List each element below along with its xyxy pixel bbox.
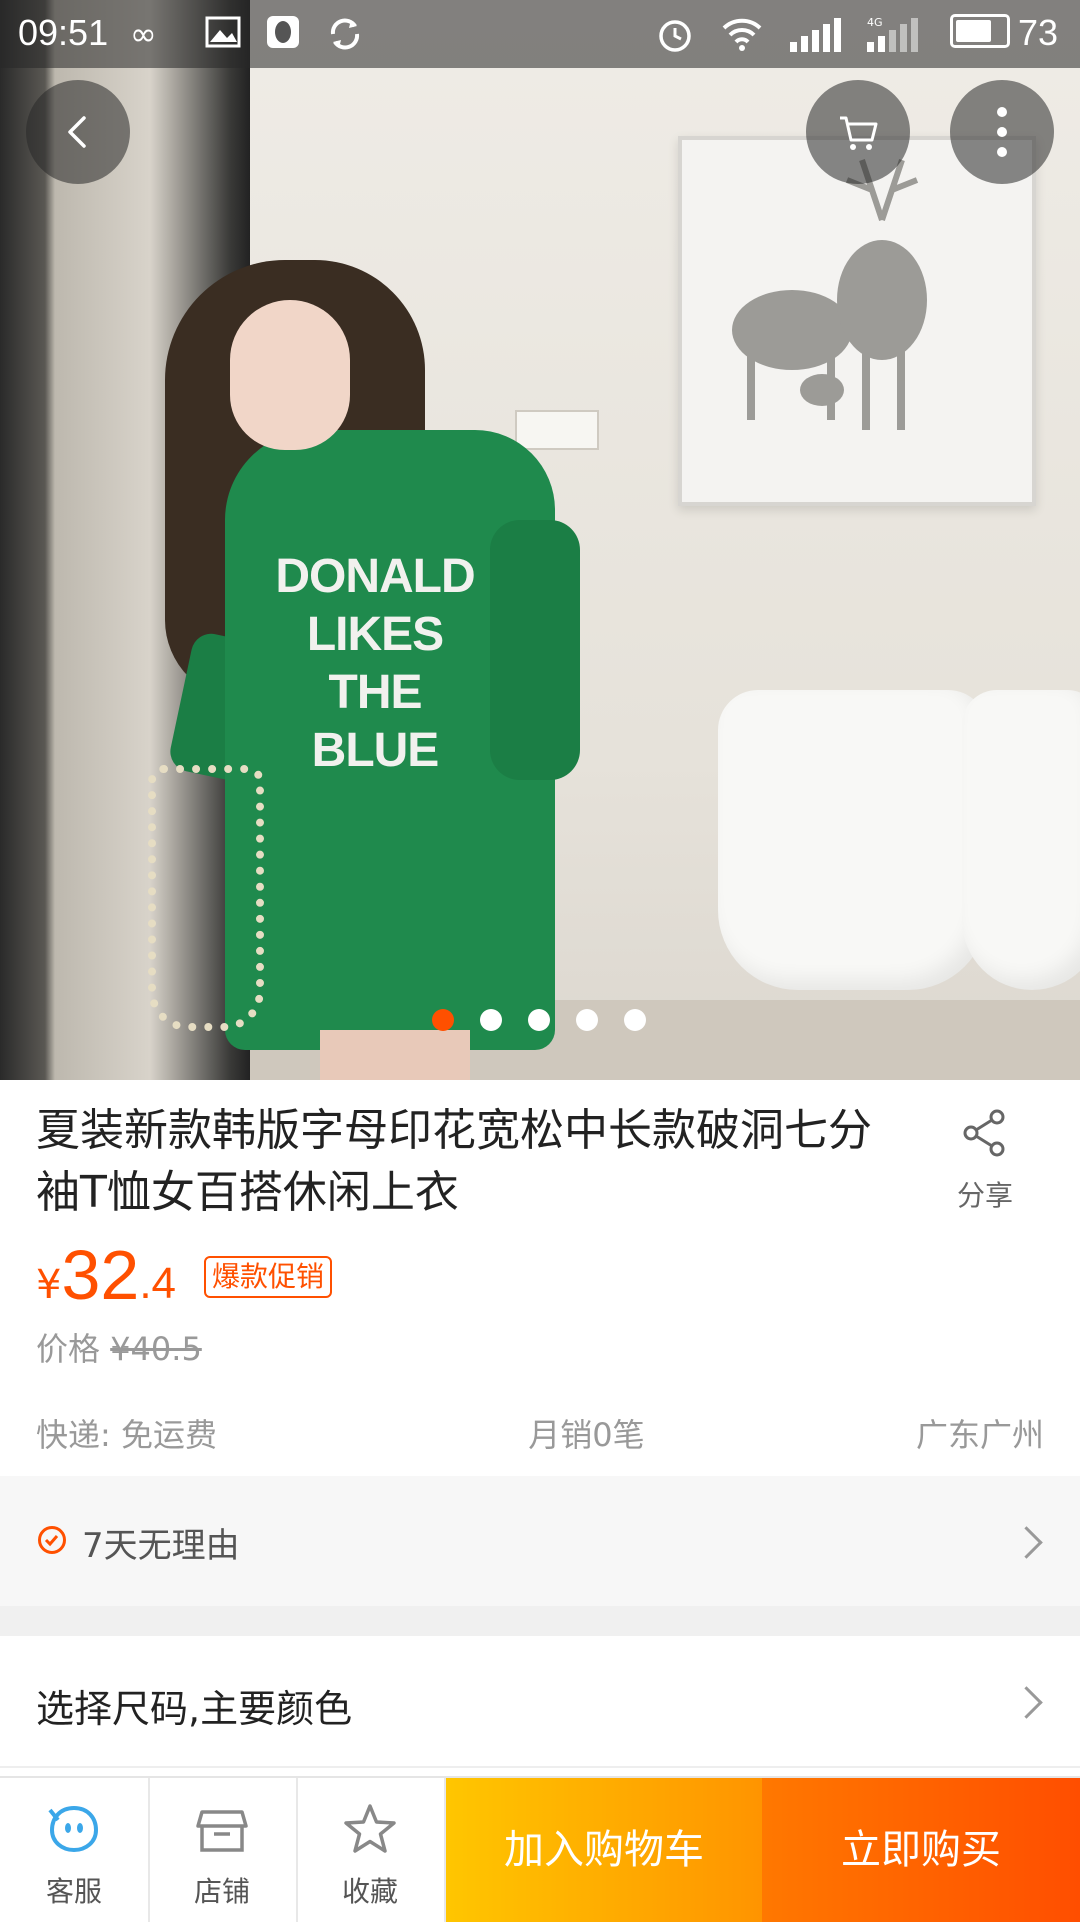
image-icon xyxy=(205,14,241,54)
signal-icon xyxy=(788,14,844,54)
photo-model-sleeve xyxy=(490,520,580,780)
carousel-dot[interactable] xyxy=(576,1009,598,1031)
ship-from-location: 广东广州 xyxy=(915,1416,1044,1454)
shop-label: 店铺 xyxy=(193,1875,250,1908)
infinity-icon: ∞ xyxy=(130,15,157,53)
sku-selector-label: 选择尺码,主要颜色 xyxy=(36,1687,353,1731)
promo-badge: 爆款促销 xyxy=(204,1256,333,1298)
carousel-indicator xyxy=(432,1009,646,1031)
service-guarantee-label: 7天无理由 xyxy=(82,1526,240,1566)
shipping-info: 快递: 免运费 xyxy=(36,1416,217,1454)
service-guarantee-row[interactable]: 7天无理由 xyxy=(0,1476,1080,1606)
status-time: 09:51 xyxy=(18,12,109,53)
favorite-label: 收藏 xyxy=(341,1875,398,1908)
photo-shirt-print: DONALD LIKES THE BLUE xyxy=(275,550,475,777)
cart-icon xyxy=(840,116,878,150)
carousel-dot[interactable] xyxy=(528,1009,550,1031)
customer-service-label: 客服 xyxy=(45,1875,102,1908)
buy-now-button[interactable]: 立即购买 xyxy=(762,1778,1080,1922)
bottom-action-bar: 客服 店铺 收藏 加入购物车 立即购买 xyxy=(0,1776,1080,1922)
shop-icon xyxy=(196,1810,248,1852)
svg-text:4G: 4G xyxy=(867,16,883,29)
photo-mesh-bag xyxy=(148,765,264,1031)
price-integer: 32 xyxy=(61,1236,140,1314)
carousel-dot[interactable] xyxy=(624,1009,646,1031)
original-price: 价格 ¥40.5 xyxy=(36,1324,202,1370)
price-row: ¥ 32 .4 爆款促销 xyxy=(36,1236,333,1314)
original-price-label: 价格 xyxy=(36,1330,101,1368)
sync-icon xyxy=(325,14,365,54)
share-icon xyxy=(963,1109,1005,1157)
product-title: 夏装新款韩版字母印花宽松中长款破洞七分袖T恤女百搭休闲上衣 xyxy=(36,1105,872,1218)
cart-button[interactable] xyxy=(806,80,910,184)
add-to-cart-button[interactable]: 加入购物车 xyxy=(446,1778,762,1922)
chevron-right-icon xyxy=(1010,1686,1043,1719)
share-label: 分享 xyxy=(956,1179,1013,1212)
sku-selector-row[interactable]: 选择尺码,主要颜色 xyxy=(0,1636,1080,1768)
qq-icon xyxy=(265,14,301,54)
photo-light-switch xyxy=(515,410,599,450)
photo-model-legs xyxy=(320,1030,470,1080)
alarm-icon xyxy=(655,14,695,54)
original-price-value: ¥40.5 xyxy=(110,1330,202,1368)
battery-icon xyxy=(950,14,1010,48)
chevron-right-icon xyxy=(1010,1526,1043,1559)
carousel-dot[interactable] xyxy=(432,1009,454,1031)
shop-button[interactable]: 店铺 xyxy=(148,1778,298,1922)
meta-row: 快递: 免运费 月销0笔 广东广州 xyxy=(36,1410,1044,1456)
monthly-sales: 月销0笔 xyxy=(528,1416,645,1454)
photo-model-face xyxy=(230,300,350,450)
photo-deer-painting xyxy=(678,136,1036,506)
star-icon xyxy=(344,1804,396,1853)
check-circle-icon xyxy=(38,1526,66,1554)
favorite-button[interactable]: 收藏 xyxy=(296,1778,446,1922)
photo-chair xyxy=(718,690,988,990)
divider xyxy=(0,1606,1080,1636)
share-button[interactable]: 分享 xyxy=(940,1105,1030,1214)
signal-4g-icon: 4G xyxy=(865,14,925,54)
status-bar: 09:51 ∞ 4G 73 xyxy=(0,0,1080,68)
product-image-carousel[interactable]: DONALD LIKES THE BLUE xyxy=(0,0,1080,1080)
price-decimal: .4 xyxy=(139,1259,177,1308)
wifi-icon xyxy=(720,14,764,54)
more-options-button[interactable] xyxy=(950,80,1054,184)
battery-level: 73 xyxy=(1018,12,1059,53)
carousel-dot[interactable] xyxy=(480,1009,502,1031)
photo-chair xyxy=(962,690,1080,990)
back-button[interactable] xyxy=(26,80,130,184)
customer-service-button[interactable]: 客服 xyxy=(0,1778,150,1922)
customer-service-icon xyxy=(48,1805,99,1853)
price-currency: ¥ xyxy=(36,1262,62,1308)
more-vertical-icon xyxy=(997,107,1007,157)
chevron-left-icon xyxy=(68,116,86,148)
